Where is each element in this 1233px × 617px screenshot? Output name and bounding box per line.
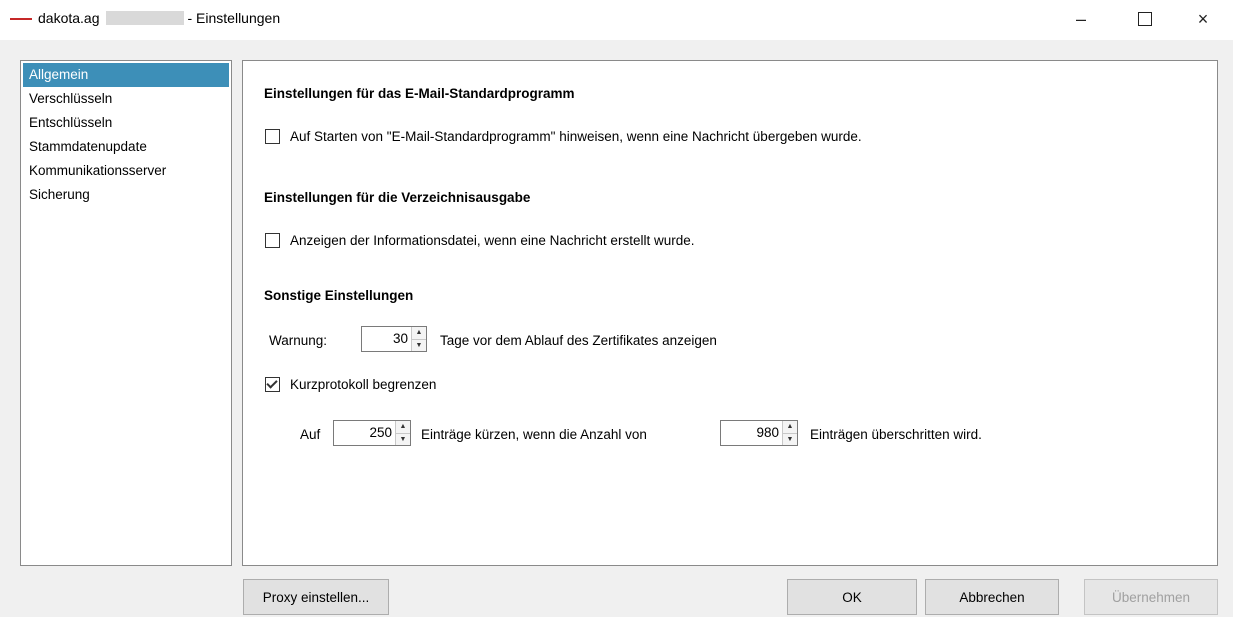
cancel-button[interactable]: Abbrechen xyxy=(925,579,1059,615)
stepper-down-icon[interactable]: ▼ xyxy=(783,432,797,445)
minimize-icon: – xyxy=(1075,8,1086,29)
protocol-limit-checkbox[interactable] xyxy=(265,377,280,392)
warning-days-value[interactable]: 30 xyxy=(362,327,411,351)
apply-button[interactable]: Übernehmen xyxy=(1084,579,1218,615)
app-logo-icon xyxy=(10,18,32,20)
directory-section-title: Einstellungen für die Verzeichnisausgabe xyxy=(264,190,531,205)
ok-button[interactable]: OK xyxy=(787,579,917,615)
stepper-up-icon[interactable]: ▲ xyxy=(783,421,797,433)
minimize-button[interactable]: – xyxy=(1058,0,1104,38)
warning-label: Warnung: xyxy=(269,333,328,348)
auf-label: Auf xyxy=(300,427,321,442)
app-name: dakota.ag xyxy=(38,10,100,26)
protocol-limit-checkbox-row[interactable]: Kurzprotokoll begrenzen xyxy=(265,377,436,392)
settings-category-list[interactable]: Allgemein Verschlüsseln Entschlüsseln St… xyxy=(20,60,232,566)
title-suffix: - Einstellungen xyxy=(187,10,281,26)
show-infofile-label: Anzeigen der Informationsdatei, wenn ein… xyxy=(290,233,695,248)
title-bar: dakota.ag - Einstellungen – × xyxy=(0,0,1233,40)
stepper-down-icon[interactable]: ▼ xyxy=(396,432,410,445)
sidebar-item-verschluesseln[interactable]: Verschlüsseln xyxy=(23,87,229,111)
show-infofile-checkbox[interactable] xyxy=(265,233,280,248)
redacted-text xyxy=(105,11,184,25)
maximize-icon xyxy=(1138,12,1152,26)
warning-days-stepper[interactable]: 30 ▲ ▼ xyxy=(361,326,427,352)
sidebar-item-kommunikationsserver[interactable]: Kommunikationsserver xyxy=(23,159,229,183)
sidebar-item-entschluesseln[interactable]: Entschlüsseln xyxy=(23,111,229,135)
truncate-entries-stepper[interactable]: 250 ▲ ▼ xyxy=(333,420,411,446)
close-button[interactable]: × xyxy=(1180,0,1226,38)
email-start-hint-label: Auf Starten von "E-Mail-Standardprogramm… xyxy=(290,129,862,144)
sidebar-item-allgemein[interactable]: Allgemein xyxy=(23,63,229,87)
email-start-hint-checkbox-row[interactable]: Auf Starten von "E-Mail-Standardprogramm… xyxy=(265,129,862,144)
entry-limit-value[interactable]: 980 xyxy=(721,421,782,445)
other-section-title: Sonstige Einstellungen xyxy=(264,288,414,303)
stepper-up-icon[interactable]: ▲ xyxy=(396,421,410,433)
truncate-entries-value[interactable]: 250 xyxy=(334,421,395,445)
window-title: dakota.ag - Einstellungen xyxy=(38,10,280,26)
sidebar-item-sicherung[interactable]: Sicherung xyxy=(23,183,229,207)
maximize-button[interactable] xyxy=(1122,0,1168,38)
close-icon: × xyxy=(1197,8,1209,29)
sidebar-item-stammdatenupdate[interactable]: Stammdatenupdate xyxy=(23,135,229,159)
email-section-title: Einstellungen für das E-Mail-Standardpro… xyxy=(264,86,575,101)
protocol-limit-label: Kurzprotokoll begrenzen xyxy=(290,377,437,392)
proxy-settings-button[interactable]: Proxy einstellen... xyxy=(243,579,389,615)
email-start-hint-checkbox[interactable] xyxy=(265,129,280,144)
entry-limit-stepper[interactable]: 980 ▲ ▼ xyxy=(720,420,798,446)
entry-limit-suffix-label: Einträgen überschritten wird. xyxy=(810,427,982,442)
stepper-up-icon[interactable]: ▲ xyxy=(412,327,426,339)
stepper-down-icon[interactable]: ▼ xyxy=(412,338,426,351)
warning-suffix-label: Tage vor dem Ablauf des Zertifikates anz… xyxy=(440,333,717,348)
truncate-mid-label: Einträge kürzen, wenn die Anzahl von xyxy=(421,427,647,442)
show-infofile-checkbox-row[interactable]: Anzeigen der Informationsdatei, wenn ein… xyxy=(265,233,694,248)
settings-panel: Einstellungen für das E-Mail-Standardpro… xyxy=(242,60,1218,566)
